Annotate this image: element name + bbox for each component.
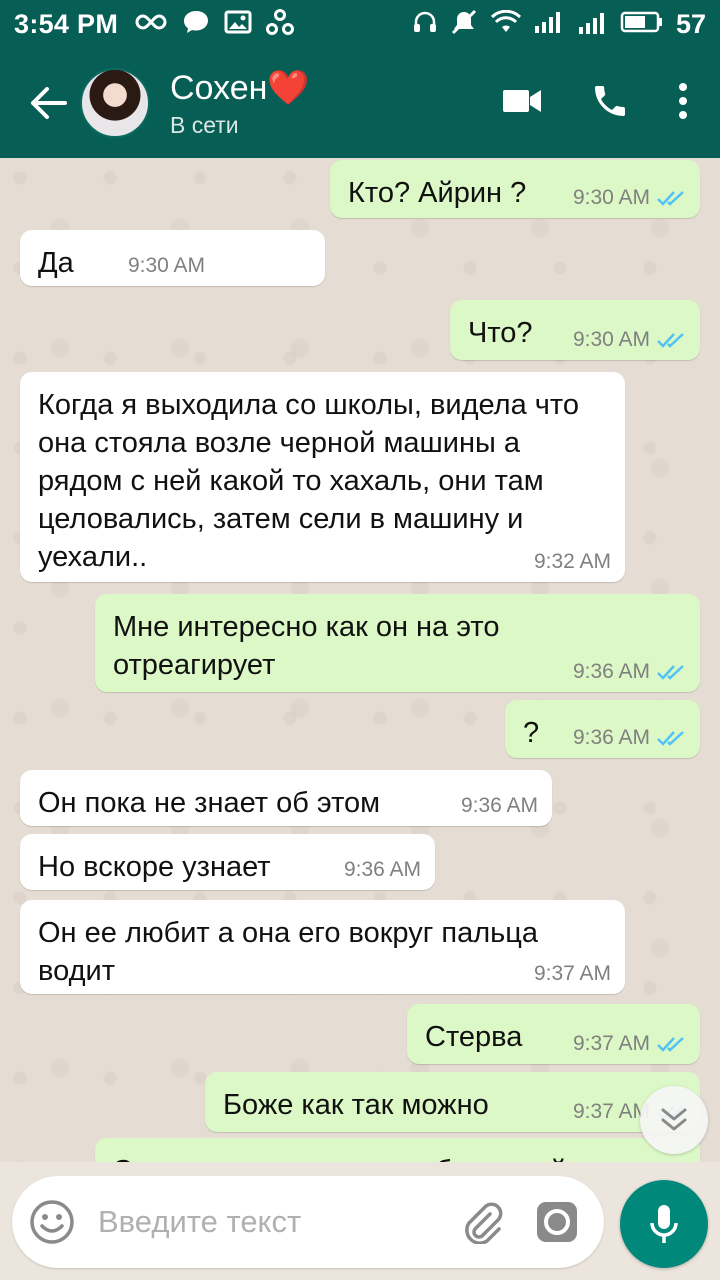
image-icon — [224, 10, 252, 39]
message-text: Он пока не знает об этом — [38, 787, 381, 819]
message-incoming[interactable]: Когда я выходила со школы, видела что он… — [20, 372, 625, 582]
voice-record-button[interactable] — [620, 1180, 708, 1268]
message-outgoing[interactable]: Стерва 9:37 AM — [407, 1004, 700, 1064]
message-time: 9:36 AM — [572, 660, 650, 683]
double-check-icon — [657, 731, 684, 746]
message-incoming[interactable]: Но вскоре узнает 9:36 AM — [20, 834, 435, 890]
camera-button[interactable] — [534, 1199, 580, 1245]
camera-icon — [537, 1202, 577, 1242]
share-icon — [266, 8, 295, 40]
smiley-icon — [30, 1200, 74, 1244]
video-camera-icon — [503, 89, 541, 112]
arrow-left-icon — [31, 87, 67, 119]
message-time: 9:37 AM — [533, 962, 611, 985]
infinity-icon — [134, 13, 168, 36]
phone-icon — [595, 85, 625, 116]
message-time: 9:36 AM — [343, 858, 421, 881]
status-time: 3:54 PM — [14, 8, 119, 39]
message-time: 9:36 AM — [460, 794, 538, 817]
message-list[interactable]: Кто? Айрин ? 9:30 AM Да 9:30 AM Что? 9:3… — [0, 158, 720, 1162]
message-time: 9:37 AM — [572, 1032, 650, 1055]
message-time: 9:30 AM — [572, 328, 650, 351]
signal-icon — [534, 10, 564, 39]
chat-icon — [182, 9, 210, 40]
double-chevron-down-icon — [661, 1108, 687, 1131]
double-check-icon — [657, 665, 684, 680]
video-call-button[interactable] — [502, 87, 542, 120]
message-incoming[interactable]: Да 9:30 AM — [20, 230, 325, 286]
message-time: 9:32 AM — [533, 550, 611, 573]
avatar[interactable] — [80, 68, 150, 138]
message-time: 9:36 AM — [572, 726, 650, 749]
message-time: 9:37 AM — [572, 1100, 650, 1123]
voice-call-button[interactable] — [590, 81, 630, 126]
double-check-icon — [657, 1037, 684, 1052]
signal-4g-icon — [576, 9, 608, 40]
message-outgoing[interactable]: Что? 9:30 AM — [450, 300, 700, 360]
contact-name: Сохен❤️ — [170, 68, 310, 107]
double-check-icon — [657, 191, 684, 206]
more-vert-icon — [679, 82, 687, 119]
message-outgoing[interactable]: Это надо на столько любить свой — [95, 1138, 700, 1162]
microphone-icon — [650, 1205, 678, 1243]
message-input[interactable]: Введите текст — [98, 1204, 458, 1240]
message-text: Он ее любит а она его вокруг пальца води… — [38, 917, 538, 987]
message-time: 9:30 AM — [127, 254, 205, 277]
contact-status: В сети — [170, 111, 239, 138]
message-text: Когда я выходила со школы, видела что он… — [38, 389, 579, 573]
message-outgoing[interactable]: Мне интересно как он на это отреагирует … — [95, 594, 700, 692]
message-text: Это надо на столько любить свой — [113, 1152, 682, 1162]
back-button[interactable] — [20, 75, 76, 131]
message-input-container: Введите текст — [12, 1176, 604, 1268]
more-options-button[interactable] — [678, 82, 688, 125]
headset-icon — [412, 10, 438, 39]
emoji-button[interactable] — [28, 1198, 76, 1246]
scroll-to-bottom-button[interactable] — [640, 1086, 708, 1154]
message-outgoing[interactable]: Боже как так можно 9:37 AM — [205, 1072, 700, 1132]
mute-icon — [450, 9, 478, 40]
battery-level: 57 — [675, 8, 706, 39]
double-check-icon — [657, 333, 684, 348]
message-outgoing[interactable]: Кто? Айрин ? 9:30 AM — [330, 160, 700, 218]
message-incoming[interactable]: Он пока не знает об этом 9:36 AM — [20, 770, 552, 826]
wifi-icon — [490, 9, 522, 39]
attach-button[interactable] — [458, 1198, 506, 1246]
contact-info[interactable]: Сохен❤️ В сети — [170, 68, 310, 139]
chat-header: Сохен❤️ В сети — [0, 48, 720, 158]
message-incoming[interactable]: Он ее любит а она его вокруг пальца води… — [20, 900, 625, 994]
message-outgoing[interactable]: ? 9:36 AM — [505, 700, 700, 758]
composer: Введите текст — [0, 1162, 720, 1280]
paperclip-icon — [465, 1202, 503, 1244]
message-text: Мне интересно как он на это отреагирует — [113, 611, 500, 681]
message-time: 9:30 AM — [572, 186, 650, 209]
status-bar: 3:54 PM 57 — [0, 0, 720, 48]
battery-icon — [620, 10, 664, 39]
